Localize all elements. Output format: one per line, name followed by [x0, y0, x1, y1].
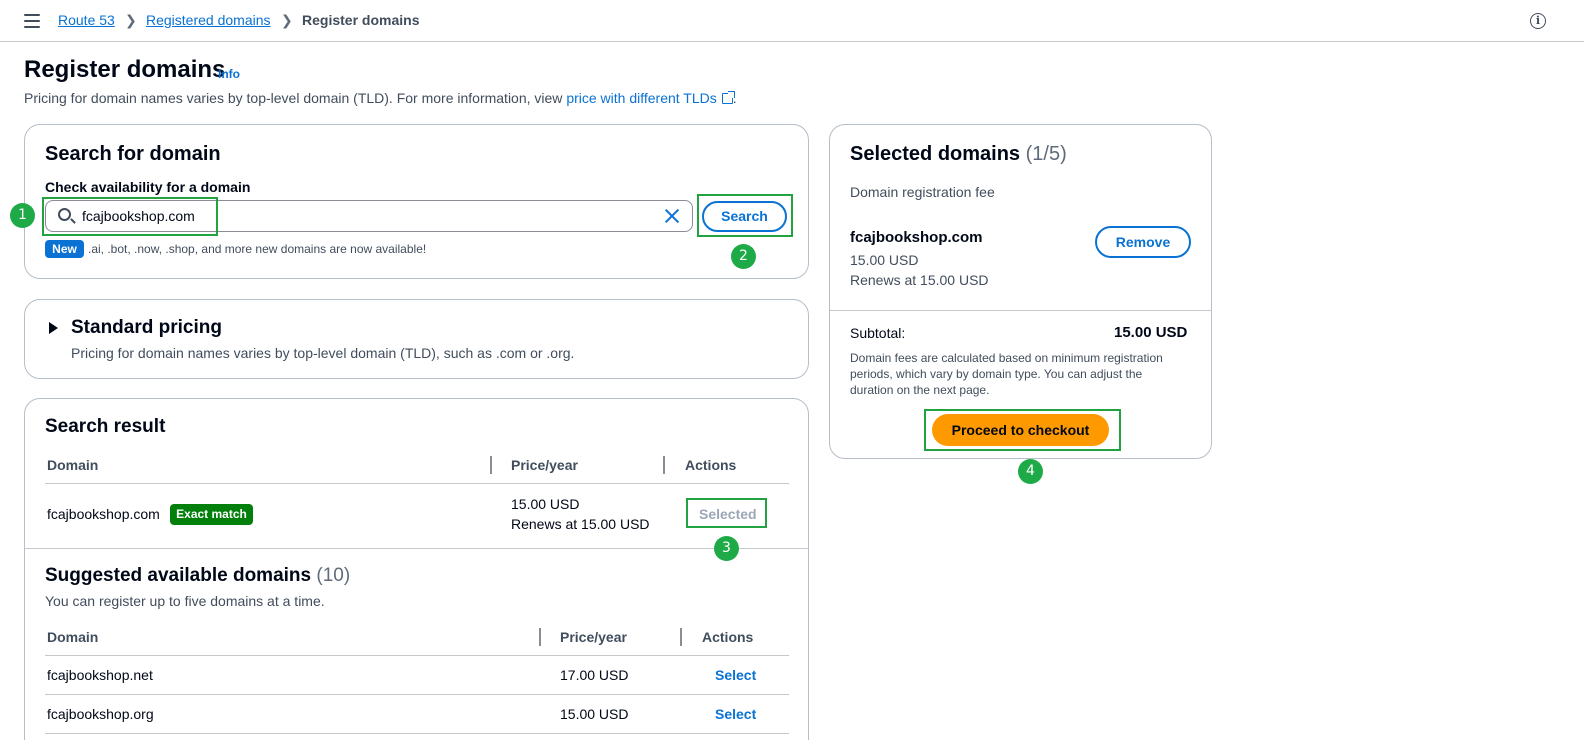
column-header-domain: Domain [47, 629, 99, 645]
result-domain-name: fcajbookshop.com [47, 506, 160, 522]
result-renewal-price: Renews at 15.00 USD [511, 516, 650, 532]
search-card-title: Search for domain [45, 143, 221, 165]
domain-field-label: Check availability for a domain [45, 179, 251, 195]
select-domain-button[interactable]: Select [715, 706, 756, 722]
column-header-domain: Domain [47, 457, 99, 473]
table-row-divider [45, 694, 789, 695]
selected-count: (1/5) [1025, 143, 1067, 165]
suggested-domain-name: fcajbookshop.org [47, 706, 154, 722]
search-result-title: Search result [45, 416, 166, 437]
fee-note-line: duration on the next page. [850, 383, 990, 397]
step-1-marker: 1 [10, 203, 35, 228]
step-4-highlight [924, 409, 1121, 451]
select-domain-button[interactable]: Select [715, 667, 756, 683]
breadcrumb-current: Register domains [302, 12, 420, 28]
search-result-card: Search result Domain Price/year Actions … [24, 398, 809, 740]
info-link[interactable]: Info [218, 67, 240, 81]
step-2-marker: 2 [731, 244, 756, 269]
result-price: 15.00 USD [511, 496, 580, 512]
suggested-domain-name: fcajbookshop.net [47, 667, 153, 683]
standard-pricing-card[interactable]: Standard pricing Pricing for domain name… [24, 299, 809, 379]
hamburger-menu-icon[interactable] [24, 14, 40, 28]
exact-match-badge: Exact match [170, 504, 253, 525]
suggested-note: You can register up to five domains at a… [45, 593, 325, 609]
table-divider [45, 483, 789, 484]
suggested-domain-price: 15.00 USD [560, 706, 629, 722]
column-divider [680, 628, 682, 646]
column-header-price: Price/year [511, 457, 578, 473]
selected-domain-name: fcajbookshop.com [850, 229, 983, 246]
step-1-highlight [42, 197, 218, 236]
section-divider [25, 548, 808, 549]
selected-domain-price: 15.00 USD [850, 252, 919, 268]
info-panel-icon[interactable]: i [1530, 13, 1546, 29]
new-badge: New [45, 240, 84, 258]
selected-domain-renewal: Renews at 15.00 USD [850, 272, 989, 288]
breadcrumb-registered-domains[interactable]: Registered domains [146, 12, 271, 28]
breadcrumb-route53[interactable]: Route 53 [58, 12, 115, 28]
column-header-price: Price/year [560, 629, 627, 645]
fee-label: Domain registration fee [850, 184, 995, 200]
suggested-domains-title: Suggested available domains (10) [45, 565, 351, 586]
suggested-domain-price: 17.00 USD [560, 667, 629, 683]
column-header-actions: Actions [685, 457, 737, 473]
breadcrumb-chevron-icon: ❯ [281, 12, 293, 28]
selected-domains-title: Selected domains (1/5) [850, 143, 1067, 165]
expand-caret-icon[interactable] [49, 322, 58, 334]
remove-button[interactable]: Remove [1095, 226, 1191, 258]
table-row-divider [45, 733, 789, 734]
page-description: Pricing for domain names varies by top-l… [24, 90, 737, 106]
column-divider [663, 456, 665, 474]
top-navigation-bar: Route 53 ❯ Registered domains ❯ Register… [0, 0, 1584, 42]
section-divider [830, 310, 1211, 311]
suggested-count: (10) [316, 565, 351, 586]
fee-note-line: Domain fees are calculated based on mini… [850, 351, 1163, 365]
step-3-marker: 3 [714, 536, 739, 561]
clear-icon[interactable] [664, 208, 680, 224]
column-divider [539, 628, 541, 646]
table-divider [45, 655, 789, 656]
step-2-highlight [697, 194, 793, 237]
column-header-actions: Actions [702, 629, 754, 645]
breadcrumb-chevron-icon: ❯ [125, 12, 137, 28]
standard-pricing-description: Pricing for domain names varies by top-l… [71, 345, 575, 361]
step-3-highlight [686, 498, 767, 528]
step-4-marker: 4 [1018, 459, 1043, 484]
new-domains-note: .ai, .bot, .now, .shop, and more new dom… [88, 242, 427, 256]
fee-note-line: periods, which vary by domain type. You … [850, 367, 1143, 381]
external-link-icon [721, 91, 735, 104]
standard-pricing-title[interactable]: Standard pricing [71, 317, 222, 339]
subtotal-value: 15.00 USD [1114, 324, 1188, 341]
subtotal-label: Subtotal: [850, 325, 906, 341]
column-divider [490, 456, 492, 474]
tld-pricing-link[interactable]: price with different TLDs [566, 90, 716, 106]
page-title: Register domains [24, 56, 226, 83]
